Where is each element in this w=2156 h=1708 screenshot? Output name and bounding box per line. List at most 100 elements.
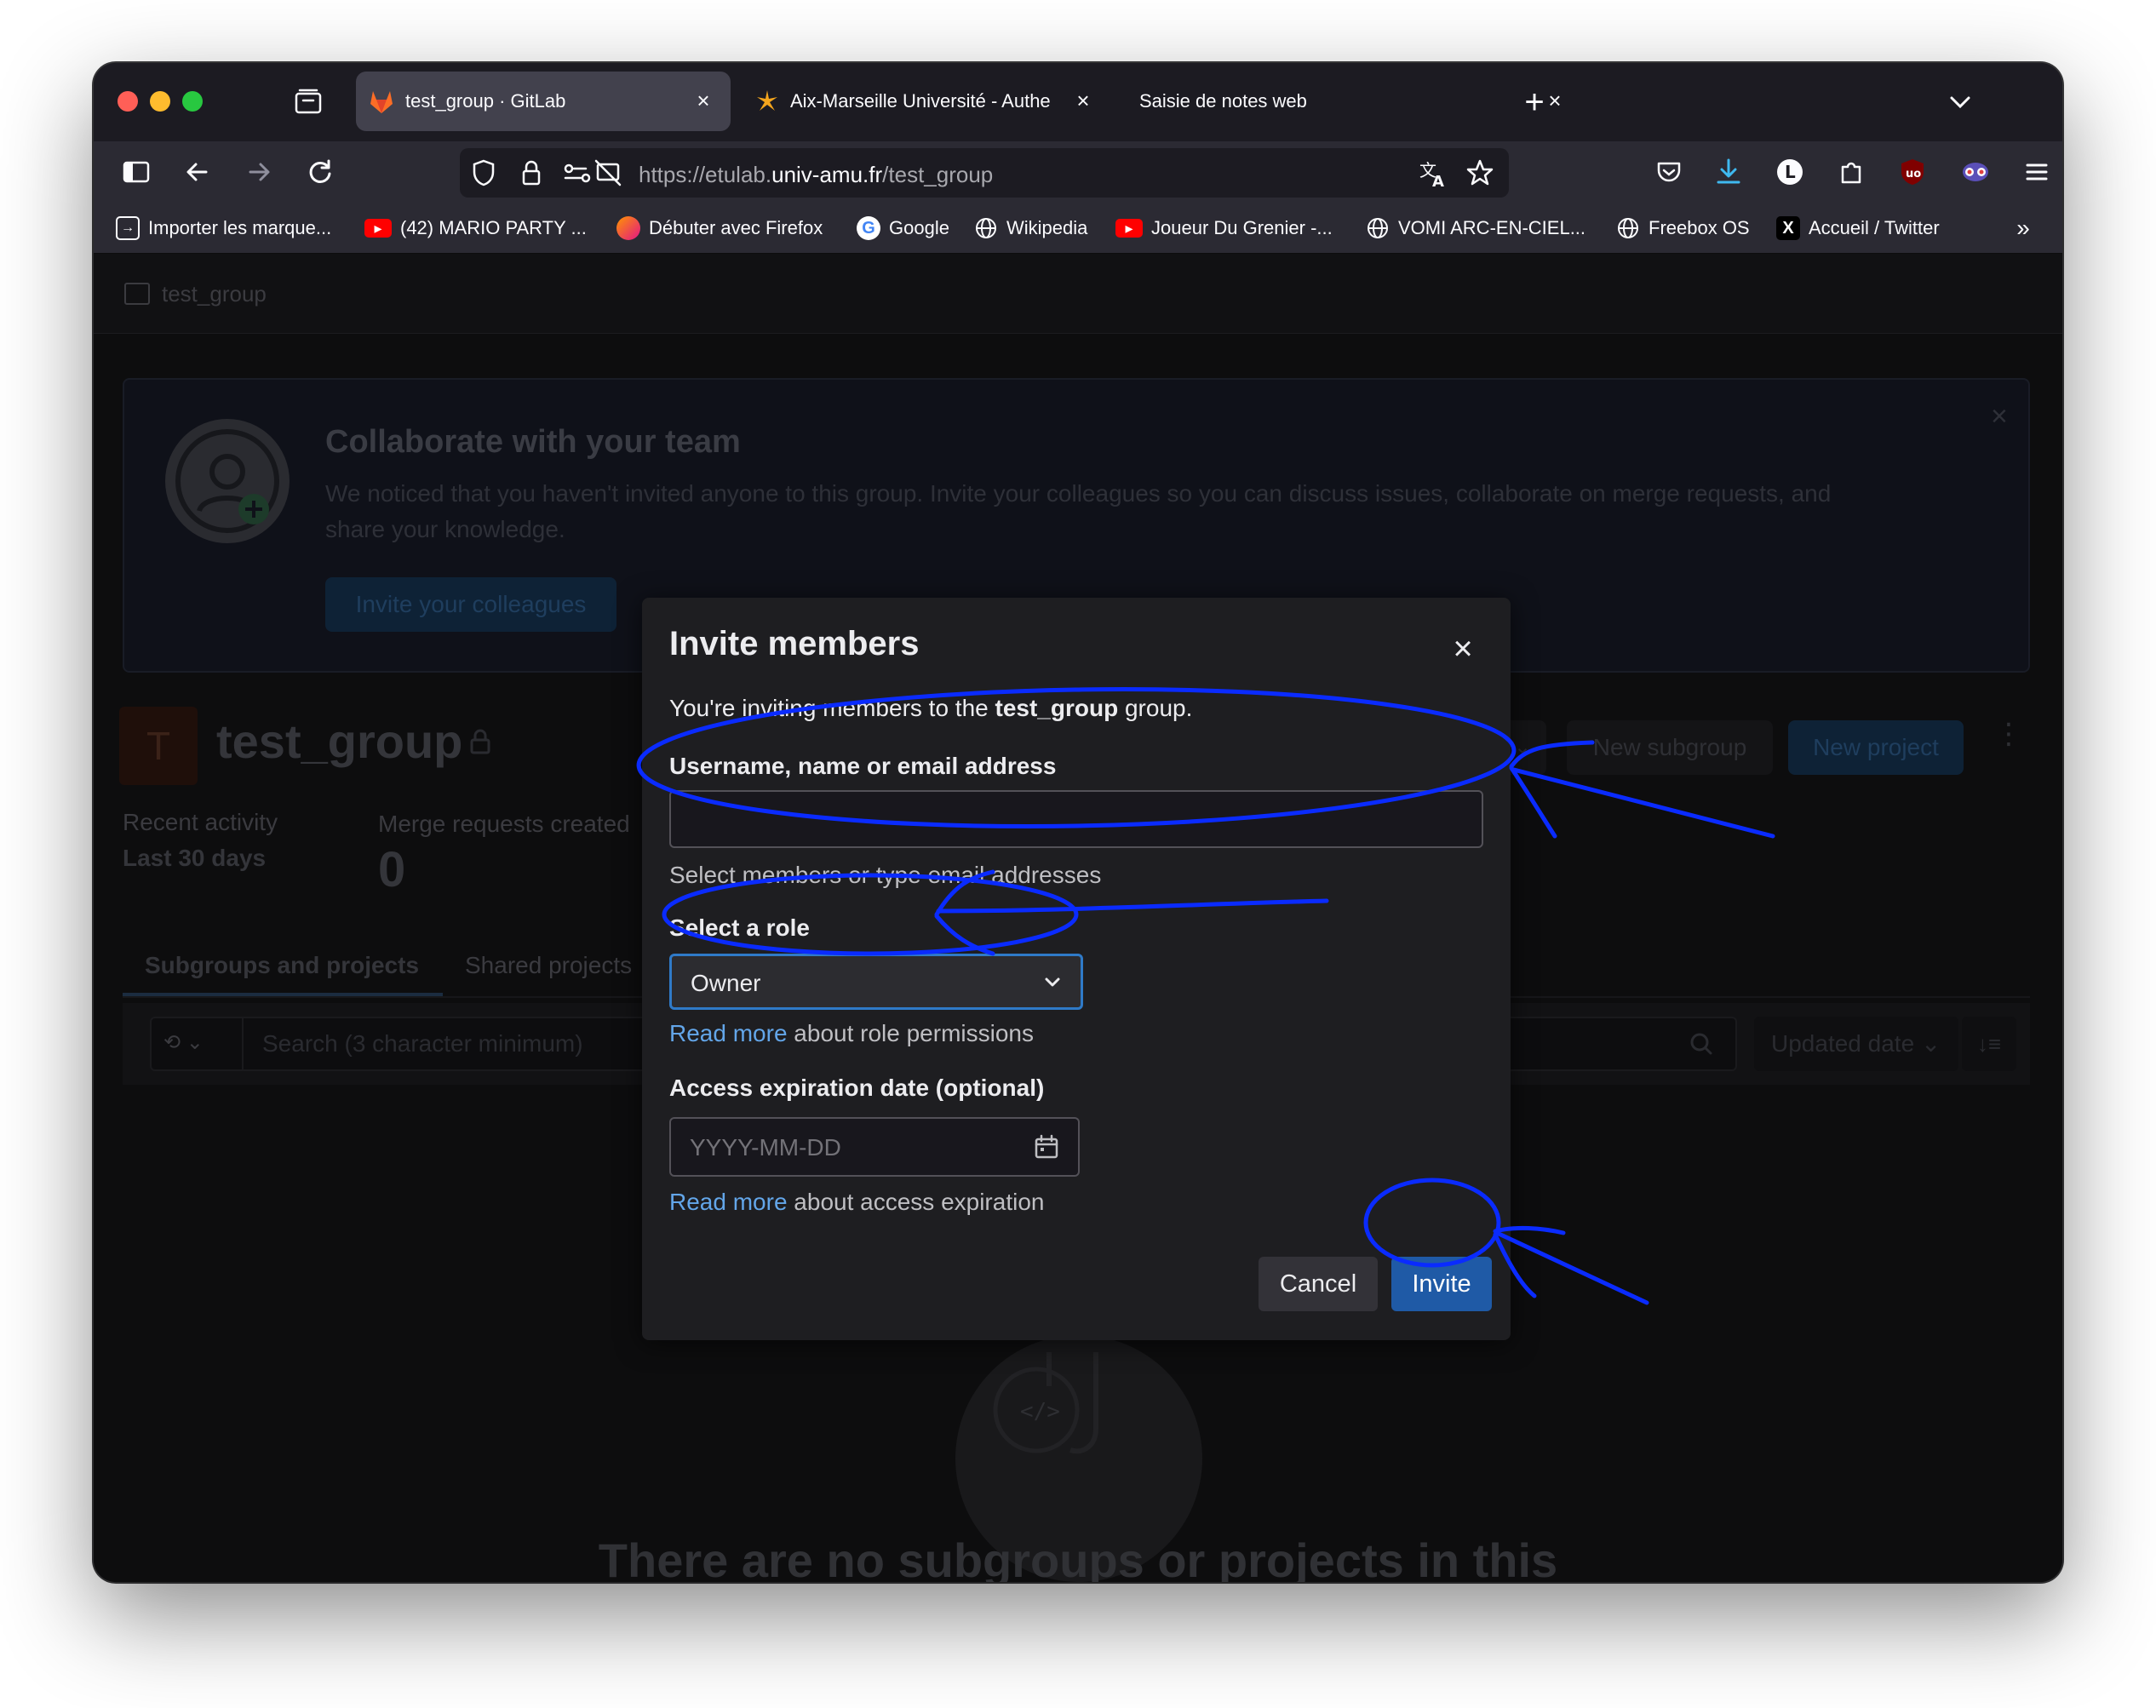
sidebar-toggle-icon[interactable] xyxy=(124,283,150,305)
account-extension-icon[interactable]: L xyxy=(1773,155,1807,189)
url-domain: univ-amu.fr xyxy=(771,162,883,187)
search-placeholder: Search (3 character minimum) xyxy=(262,1030,583,1057)
sort-direction-icon[interactable]: ↓≡ xyxy=(1962,1017,2016,1071)
tracking-protection-shield-icon[interactable] xyxy=(467,156,501,190)
more-actions-icon[interactable]: ⋮ xyxy=(1994,719,2023,768)
role-permissions-link[interactable]: Read more xyxy=(669,1020,788,1046)
youtube-icon: ▸ xyxy=(1115,219,1143,238)
close-tab-icon[interactable]: × xyxy=(1068,85,1098,116)
lock-icon[interactable] xyxy=(514,156,548,190)
bookmark-vomi[interactable]: VOMI ARC-EN-CIEL... xyxy=(1366,215,1585,241)
close-window-button[interactable] xyxy=(118,91,138,112)
bookmark-google[interactable]: G Google xyxy=(857,215,949,241)
search-icon[interactable] xyxy=(1684,1027,1718,1061)
tab-gitlab[interactable]: test_group · GitLab × xyxy=(356,72,731,131)
globe-icon xyxy=(1616,216,1640,240)
close-tab-icon[interactable]: × xyxy=(688,85,719,116)
url-bar[interactable]: https://etulab.univ-amu.fr/test_group 文A xyxy=(460,148,1509,198)
dismiss-banner-icon[interactable]: × xyxy=(1991,400,2008,433)
tab-saisie[interactable]: Saisie de notes web × xyxy=(1121,72,1572,131)
translate-icon[interactable]: 文A xyxy=(1415,156,1449,191)
bookmark-label: Importer les marque... xyxy=(148,217,332,238)
globe-icon xyxy=(1366,216,1390,240)
screen-sharing-off-icon[interactable] xyxy=(591,156,625,190)
back-arrow-icon[interactable] xyxy=(181,155,215,189)
youtube-icon: ▸ xyxy=(364,219,392,238)
breadcrumb[interactable]: test_group xyxy=(162,281,267,307)
privacy-badger-icon[interactable] xyxy=(1958,155,1993,189)
ublock-origin-icon[interactable]: uo xyxy=(1895,155,1930,189)
bookmark-import[interactable]: → Importer les marque... xyxy=(116,215,331,241)
globe-icon xyxy=(974,216,998,240)
list-tabs-chevron-icon[interactable] xyxy=(1943,87,1977,117)
minimize-window-button[interactable] xyxy=(150,91,170,112)
more-bookmarks-chevron-icon[interactable]: » xyxy=(2008,215,2038,242)
hamburger-menu-icon[interactable] xyxy=(2020,155,2054,189)
bookmark-twitter[interactable]: X Accueil / Twitter xyxy=(1776,215,1940,241)
permissions-icon[interactable] xyxy=(560,156,594,190)
tab-shared-projects[interactable]: Shared projects xyxy=(465,952,632,979)
svg-text:uo: uo xyxy=(1906,168,1921,181)
navigation-toolbar: https://etulab.univ-amu.fr/test_group 文A… xyxy=(94,141,2062,203)
bookmark-label: Google xyxy=(889,217,949,238)
access-expiration-link[interactable]: Read more xyxy=(669,1189,788,1215)
search-divider xyxy=(242,1018,244,1069)
sidebar-toggle-icon[interactable] xyxy=(119,155,153,189)
zoom-window-button[interactable] xyxy=(182,91,203,112)
bookmark-label: Freebox OS xyxy=(1649,217,1750,238)
sort-label: Updated date xyxy=(1771,1030,1915,1057)
role-select[interactable]: Owner xyxy=(669,954,1083,1010)
recent-activity-label: Recent activity xyxy=(123,809,278,835)
bookmark-label: Débuter avec Firefox xyxy=(649,217,823,238)
expiry-help-text: about access expiration xyxy=(787,1189,1045,1215)
calendar-icon[interactable] xyxy=(1032,1132,1061,1161)
lock-icon xyxy=(468,727,492,756)
group-name: test_group xyxy=(216,714,463,768)
intro-text: group. xyxy=(1118,695,1193,721)
intro-text: You're inviting members to the xyxy=(669,695,995,721)
forward-arrow-icon[interactable] xyxy=(242,155,276,189)
downloads-icon[interactable] xyxy=(1712,155,1746,189)
bookmark-joueur-du-grenier[interactable]: ▸ Joueur Du Grenier -... xyxy=(1115,215,1333,241)
expiry-date-input[interactable]: YYYY-MM-DD xyxy=(669,1117,1080,1177)
empty-state-title: There are no subgroups or projects in th… xyxy=(598,1533,1558,1582)
merge-requests-count: 0 xyxy=(378,842,406,897)
tab-overview-icon[interactable] xyxy=(293,87,324,116)
gitlab-logo-icon xyxy=(368,89,395,114)
bookmark-mario-party[interactable]: ▸ (42) MARIO PARTY ... xyxy=(364,215,587,241)
history-icon[interactable]: ⟲ ⌄ xyxy=(163,1030,204,1055)
username-input[interactable] xyxy=(669,790,1483,848)
role-label: Select a role xyxy=(669,914,810,941)
top-bar: test_group xyxy=(94,254,2062,334)
pocket-icon[interactable] xyxy=(1652,155,1686,189)
bookmark-label: Joueur Du Grenier -... xyxy=(1151,217,1333,238)
intro-group-name: test_group xyxy=(995,695,1119,721)
banner-body-line2: share your knowledge. xyxy=(325,516,565,542)
chevron-down-icon xyxy=(1040,970,1065,995)
role-help: Read more about role permissions xyxy=(669,1020,1034,1047)
sort-dropdown[interactable]: Updated date ⌄ xyxy=(1754,1017,1958,1071)
invite-button[interactable]: Invite xyxy=(1391,1257,1492,1311)
expiry-help: Read more about access expiration xyxy=(669,1189,1044,1216)
invite-colleagues-button[interactable]: Invite your colleagues xyxy=(325,577,616,632)
banner-body-line1: We noticed that you haven't invited anyo… xyxy=(325,480,1832,507)
tab-amu[interactable]: Aix-Marseille Université - Authe × xyxy=(741,72,1107,131)
bookmark-star-icon[interactable] xyxy=(1463,156,1497,190)
svg-text:</>: </> xyxy=(1020,1399,1060,1424)
extensions-puzzle-icon[interactable] xyxy=(1834,155,1868,189)
tab-subgroups-and-projects[interactable]: Subgroups and projects xyxy=(145,952,419,979)
cancel-button[interactable]: Cancel xyxy=(1259,1257,1378,1311)
group-avatar: T xyxy=(119,707,198,785)
bookmark-firefox[interactable]: Débuter avec Firefox xyxy=(616,215,823,241)
new-subgroup-button[interactable]: New subgroup xyxy=(1567,720,1773,775)
reload-icon[interactable] xyxy=(303,155,337,189)
import-icon: → xyxy=(116,216,140,240)
bookmark-freebox[interactable]: Freebox OS xyxy=(1616,215,1750,241)
close-modal-icon[interactable]: × xyxy=(1442,628,1483,669)
new-project-button[interactable]: New project xyxy=(1788,720,1964,775)
bookmark-label: VOMI ARC-EN-CIEL... xyxy=(1398,217,1586,238)
username-help: Select members or type email addresses xyxy=(669,862,1102,888)
new-tab-button[interactable]: + xyxy=(1516,83,1553,121)
bookmark-wikipedia[interactable]: Wikipedia xyxy=(974,215,1087,241)
gitlab-page: test_group Collaborate with your team We… xyxy=(94,254,2062,1582)
